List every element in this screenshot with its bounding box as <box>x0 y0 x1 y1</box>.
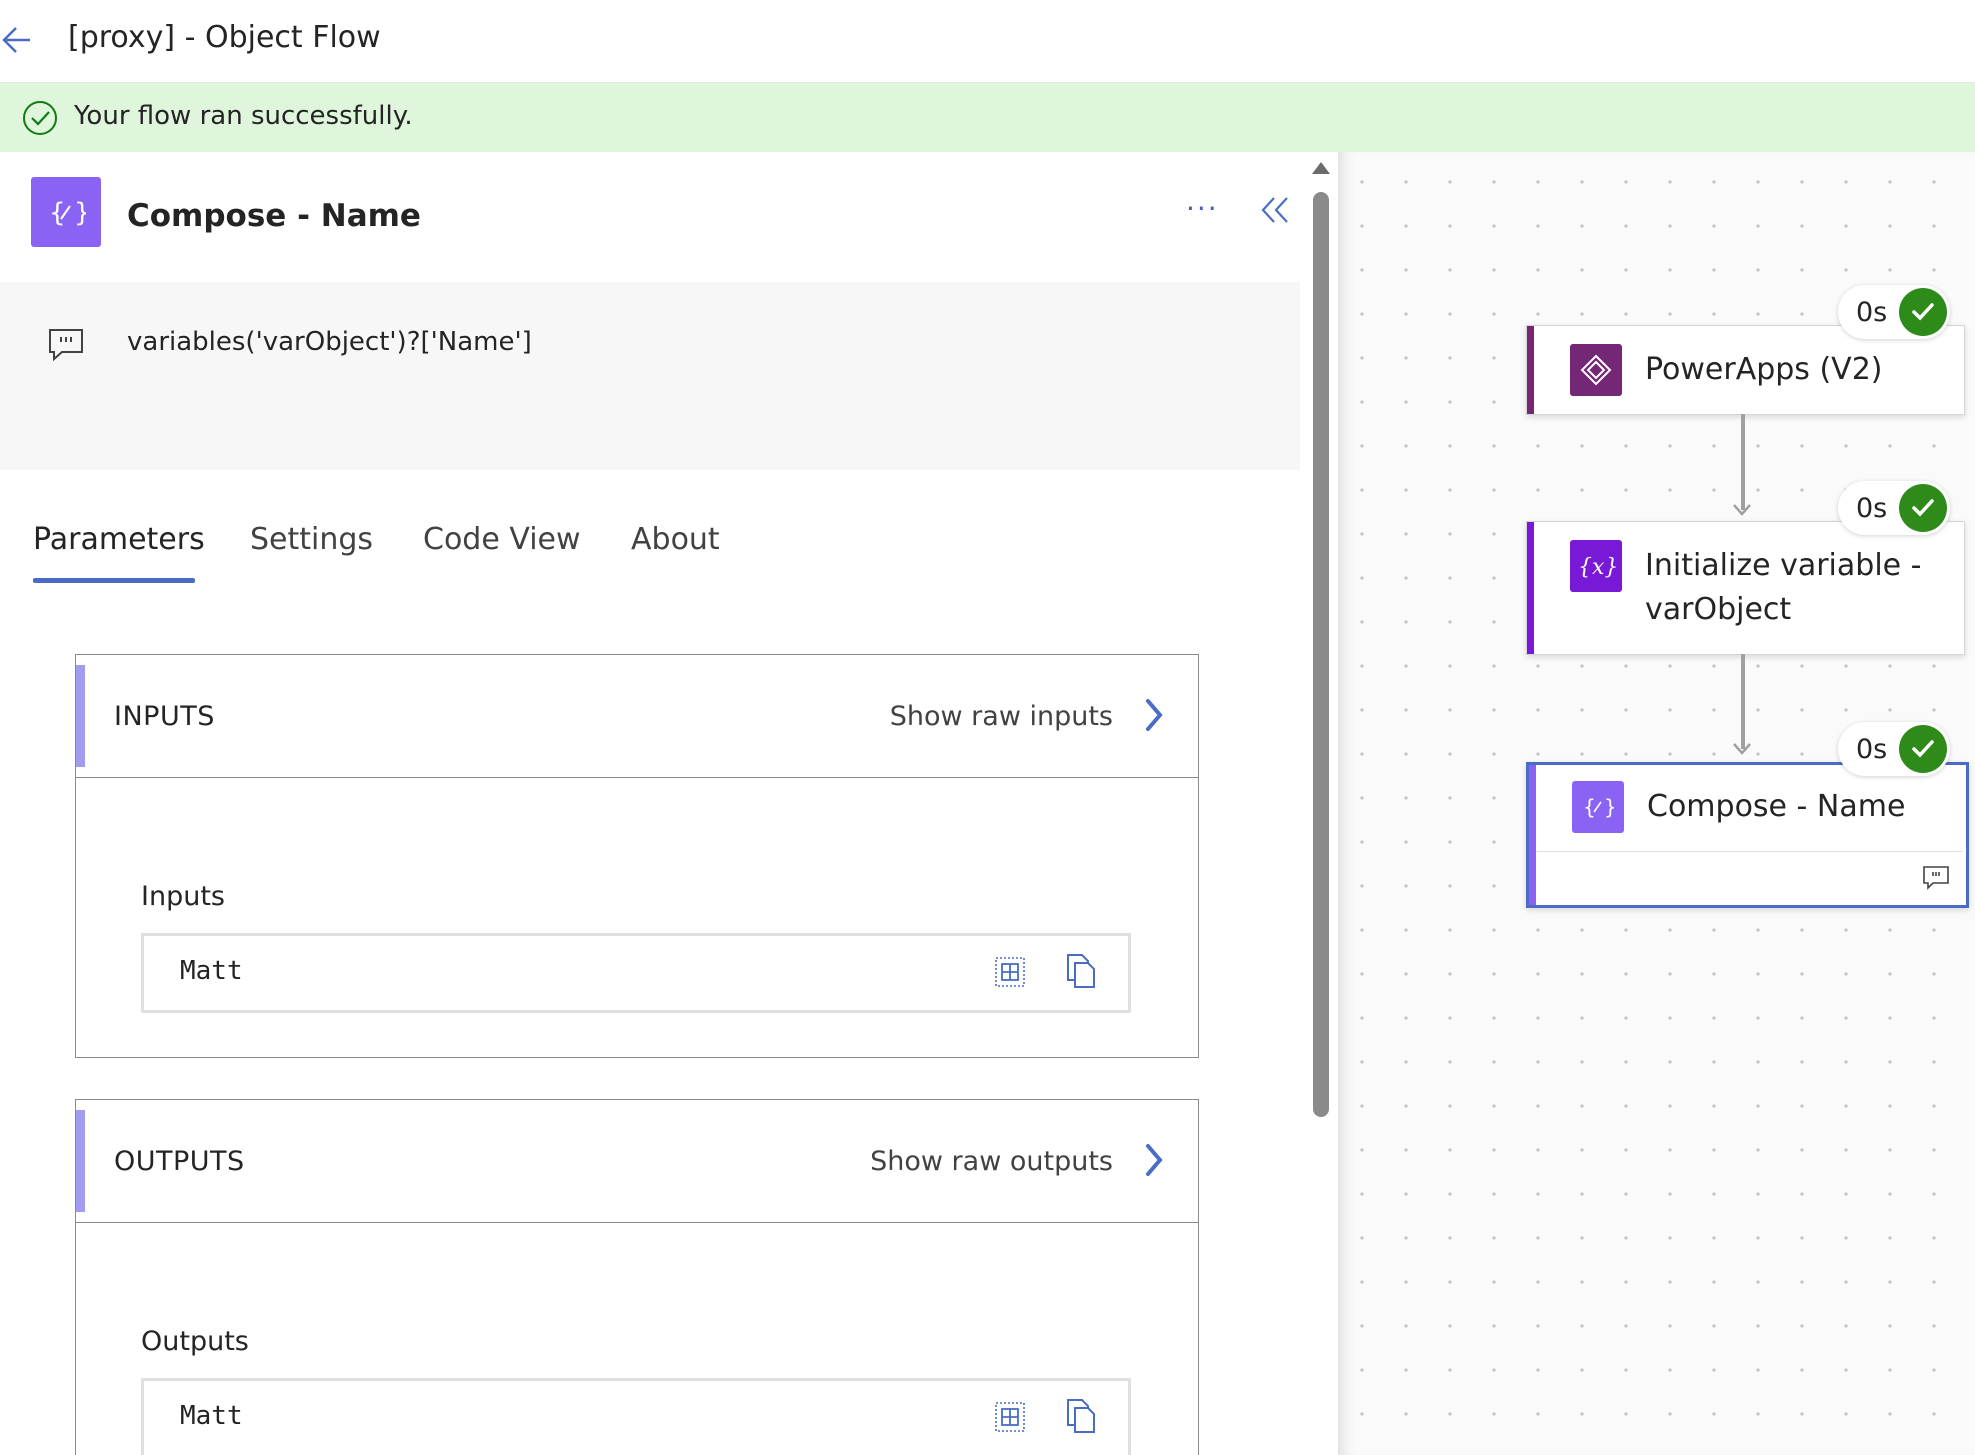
node-divider <box>1536 851 1963 852</box>
table-view-icon[interactable] <box>994 956 1026 988</box>
success-check-icon <box>23 101 57 135</box>
svg-text:}: } <box>1604 795 1614 819</box>
page-title: [proxy] - Object Flow <box>68 20 381 55</box>
inputs-value: Matt <box>180 956 243 986</box>
back-arrow-icon[interactable] <box>0 18 36 62</box>
show-raw-inputs-link[interactable]: Show raw inputs <box>890 701 1113 732</box>
success-check-icon <box>1899 484 1947 532</box>
node-accent-bar <box>1527 522 1534 654</box>
action-note[interactable]: variables('varObject')?['Name'] <box>0 282 1300 470</box>
success-banner: Your flow ran successfully. <box>0 83 1975 152</box>
section-accent-bar <box>76 1110 85 1212</box>
node-label: PowerApps (V2) <box>1645 352 1883 387</box>
inputs-value-box[interactable]: Matt <box>141 933 1131 1013</box>
comment-icon[interactable] <box>1922 865 1950 891</box>
tab-about[interactable]: About <box>631 522 720 557</box>
collapse-panel-icon[interactable] <box>1258 192 1294 228</box>
node-label: Initialize variable - varObject <box>1645 544 1921 632</box>
outputs-value-box[interactable]: Matt <box>141 1378 1131 1455</box>
svg-text:{: { <box>1583 795 1596 819</box>
note-expression: variables('varObject')?['Name'] <box>127 327 532 357</box>
duration-text: 0s <box>1856 493 1888 524</box>
outputs-field-label: Outputs <box>141 1326 249 1357</box>
inputs-section: INPUTS Show raw inputs Inputs Matt <box>75 654 1199 1058</box>
scrollbar-thumb[interactable] <box>1313 192 1329 1117</box>
more-options-icon[interactable]: ··· <box>1186 192 1226 225</box>
flow-connector <box>1741 414 1745 510</box>
node-duration-badge: 0s <box>1838 722 1950 776</box>
node-accent-bar <box>1529 765 1536 905</box>
outputs-value: Matt <box>180 1401 243 1431</box>
tab-bar: Parameters Settings Code View About <box>0 512 1300 592</box>
chevron-right-icon[interactable] <box>1140 695 1168 735</box>
inputs-title: INPUTS <box>114 701 215 732</box>
flow-node-compose-name[interactable]: { } Compose - Name <box>1526 762 1969 908</box>
top-bar: [proxy] - Object Flow <box>0 0 1975 83</box>
flow-node-initialize-variable[interactable]: {x} Initialize variable - varObject <box>1526 521 1965 655</box>
copy-icon[interactable] <box>1064 1397 1098 1435</box>
duration-text: 0s <box>1856 297 1888 328</box>
connector-arrow-icon <box>1733 743 1751 755</box>
success-check-icon <box>1899 725 1947 773</box>
svg-text:{x}: {x} <box>1578 555 1616 580</box>
panel-header: { } Compose - Name ··· <box>0 152 1300 282</box>
success-check-icon <box>1899 288 1947 336</box>
active-tab-indicator <box>33 578 195 583</box>
node-label-line1: Initialize variable - <box>1645 548 1922 583</box>
flow-connector <box>1741 654 1745 749</box>
show-raw-outputs-link[interactable]: Show raw outputs <box>870 1146 1113 1177</box>
inputs-field-label: Inputs <box>141 881 225 912</box>
outputs-header[interactable]: OUTPUTS Show raw outputs <box>76 1100 1198 1223</box>
success-message: Your flow ran successfully. <box>74 101 413 131</box>
compose-icon: { } <box>31 177 101 247</box>
inputs-header[interactable]: INPUTS Show raw inputs <box>76 655 1198 778</box>
node-duration-badge: 0s <box>1838 481 1950 535</box>
variable-icon: {x} <box>1570 540 1622 592</box>
svg-text:{: { <box>49 198 66 228</box>
node-duration-badge: 0s <box>1838 285 1950 339</box>
action-details-panel: { } Compose - Name ··· variables('varObj… <box>0 152 1300 1455</box>
duration-text: 0s <box>1856 734 1888 765</box>
comment-icon <box>49 329 83 362</box>
outputs-title: OUTPUTS <box>114 1146 245 1177</box>
svg-text:}: } <box>74 198 86 228</box>
tab-settings[interactable]: Settings <box>250 522 373 557</box>
connector-arrow-icon <box>1733 504 1751 516</box>
tab-code-view[interactable]: Code View <box>423 522 581 557</box>
node-label-line2: varObject <box>1645 592 1792 627</box>
node-label: Compose - Name <box>1647 789 1906 824</box>
compose-icon: { } <box>1572 781 1624 833</box>
action-title: Compose - Name <box>127 198 421 234</box>
powerapps-icon <box>1570 344 1622 396</box>
section-accent-bar <box>76 665 85 767</box>
chevron-right-icon[interactable] <box>1140 1140 1168 1180</box>
outputs-section: OUTPUTS Show raw outputs Outputs Matt <box>75 1099 1199 1455</box>
node-accent-bar <box>1527 326 1534 414</box>
tab-parameters[interactable]: Parameters <box>33 522 205 557</box>
scroll-up-arrow[interactable] <box>1312 162 1330 174</box>
table-view-icon[interactable] <box>994 1401 1026 1433</box>
copy-icon[interactable] <box>1064 952 1098 990</box>
